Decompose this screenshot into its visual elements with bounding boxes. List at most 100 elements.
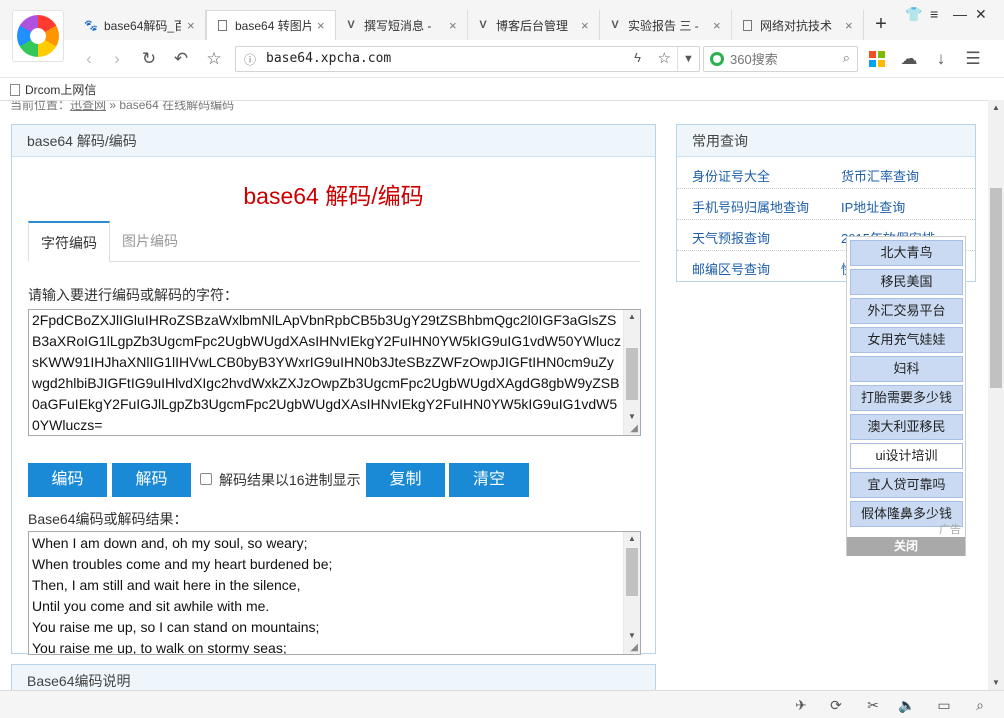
encode-button[interactable]: 编码 (28, 463, 107, 497)
close-window-icon[interactable]: ✕ (975, 6, 987, 23)
scissors-icon[interactable]: ✂ (864, 696, 882, 714)
hex-display-checkbox[interactable] (200, 473, 212, 485)
close-icon[interactable]: × (187, 18, 197, 33)
undo-icon[interactable]: ↶ (170, 48, 192, 70)
input-scrollbar[interactable]: ▲ ▼ (623, 310, 640, 435)
main-panel: base64 解码/编码 base64 解码/编码 字符编码 图片编码 请输入要… (11, 124, 656, 655)
scroll-up-icon[interactable]: ▲ (624, 534, 640, 543)
document-icon (740, 18, 754, 32)
apps-grid-icon[interactable] (869, 51, 885, 67)
scroll-thumb[interactable] (626, 548, 638, 596)
query-link-postcode[interactable]: 邮编区号查询 (692, 259, 770, 278)
new-tab-button[interactable]: + (870, 12, 892, 36)
close-icon[interactable]: × (845, 18, 855, 33)
query-link-ip[interactable]: IP地址查询 (841, 197, 905, 216)
clear-button[interactable]: 清空 (449, 463, 529, 497)
ad-item[interactable]: 移民美国 (850, 269, 963, 295)
search-icon[interactable]: ⌕ (843, 50, 850, 66)
page-scrollbar[interactable]: ▲ ▼ (988, 100, 1004, 690)
browser-logo[interactable] (12, 10, 64, 62)
resize-grip-icon[interactable]: ◢ (630, 642, 638, 653)
bookmark-star-icon[interactable]: ☆ (658, 49, 671, 67)
zoom-icon[interactable]: ⌕ (971, 696, 989, 714)
tab-blog-admin[interactable]: V 博客后台管理 × (468, 10, 600, 40)
ad-item[interactable]: 宜人贷可靠吗 (850, 472, 963, 498)
reload-icon[interactable]: ↻ (138, 48, 160, 70)
menu-icon[interactable]: ☰ (962, 48, 984, 70)
floating-ad: 北大青鸟 移民美国 外汇交易平台 女用充气娃娃 妇科 打胎需要多少钱 澳大利亚移… (846, 236, 966, 556)
speaker-icon[interactable]: 🔈 (898, 696, 916, 714)
copy-button[interactable]: 复制 (366, 463, 445, 497)
input-textarea[interactable]: 2FpdCBoZXJlIGluIHRoZSBzaWxlbmNlLApVbnRpb… (28, 309, 641, 436)
close-icon[interactable]: × (317, 18, 327, 33)
page-scroll-thumb[interactable] (990, 188, 1002, 388)
result-line: When I am down and, oh my soul, so weary… (32, 535, 308, 551)
tab-base64-decode[interactable]: 🐾 base64解码_百 × (76, 10, 206, 40)
close-icon[interactable]: × (713, 18, 723, 33)
ad-item[interactable]: 澳大利亚移民 (850, 414, 963, 440)
breadcrumb-home-link[interactable]: 迅查网 (70, 101, 106, 112)
close-icon[interactable]: × (449, 18, 459, 33)
query-link-currency[interactable]: 货币汇率查询 (841, 166, 919, 185)
tab-strip: 🐾 base64解码_百 × base64 转图片 × V 撰写短消息 - × … (0, 0, 1004, 40)
scroll-down-icon[interactable]: ▼ (624, 631, 640, 640)
ad-item[interactable]: 北大青鸟 (850, 240, 963, 266)
bookmark-label: Drcom上网信 (25, 83, 97, 97)
download-icon[interactable]: ↓ (930, 48, 952, 70)
tab-lab-report[interactable]: V 实验报告 三 - × (600, 10, 732, 40)
query-link-phone[interactable]: 手机号码归属地查询 (692, 197, 809, 216)
scroll-down-icon[interactable]: ▼ (624, 412, 640, 421)
chevron-down-icon[interactable]: ▼ (677, 47, 699, 71)
scroll-down-icon[interactable]: ▼ (988, 678, 1004, 687)
tab-network-defense[interactable]: 网络对抗技术 × (732, 10, 864, 40)
360-search-icon (710, 52, 724, 66)
browser-logo-icon (17, 15, 59, 57)
resize-grip-icon[interactable]: ◢ (630, 423, 638, 434)
ad-close-button[interactable]: 关闭 (847, 537, 965, 556)
input-prompt: 请输入要进行编码或解码的字符： (28, 287, 238, 303)
cloud-icon[interactable]: ☁ (898, 48, 920, 70)
pin-icon[interactable]: ✈ (792, 696, 810, 714)
tab-label: 博客后台管理 (496, 18, 569, 33)
menu-lines-icon[interactable]: ≡ (930, 6, 938, 22)
ad-item[interactable]: 打胎需要多少钱 (850, 385, 963, 411)
tab-compose-message[interactable]: V 撰写短消息 - × (336, 10, 468, 40)
speedup-icon[interactable]: ⟳ (827, 696, 845, 714)
minimize-icon[interactable]: — (953, 6, 967, 22)
address-bar[interactable]: ⓘ base64.xpcha.com ϟ ☆ ▼ (235, 46, 700, 72)
main-panel-title: base64 解码/编码 (12, 125, 655, 157)
address-url[interactable]: base64.xpcha.com (266, 51, 391, 66)
ad-item[interactable]: 妇科 (850, 356, 963, 382)
result-scrollbar[interactable]: ▲ ▼ (623, 532, 640, 654)
star-icon[interactable]: ☆ (203, 48, 225, 70)
scroll-up-icon[interactable]: ▲ (624, 312, 640, 321)
bookmark-drcom[interactable]: Drcom上网信 (10, 81, 96, 98)
result-line: You raise me up, so I can stand on mount… (32, 619, 320, 635)
window-icon[interactable]: ▭ (935, 696, 953, 714)
ad-item[interactable]: 女用充气娃娃 (850, 327, 963, 353)
query-row: 身份证号大全 货币汇率查询 (677, 158, 975, 189)
hex-display-label[interactable]: 解码结果以16进制显示 (219, 470, 361, 490)
result-text: When I am down and, oh my soul, so weary… (32, 533, 622, 654)
ad-item[interactable]: ui设计培训 (850, 443, 963, 469)
scroll-thumb[interactable] (626, 348, 638, 400)
lightning-icon[interactable]: ϟ (634, 50, 641, 65)
back-icon[interactable]: ‹ (78, 48, 100, 70)
page-viewport: 当前位置：迅查网 » base64 在线解码编码 base64 解码/编码 ba… (0, 100, 988, 690)
skin-icon[interactable]: 👕 (905, 6, 922, 23)
tab-base64-image[interactable]: base64 转图片 × (206, 10, 336, 40)
query-link-id-card[interactable]: 身份证号大全 (692, 166, 770, 185)
tab-image-encode[interactable]: 图片编码 (110, 221, 190, 262)
close-icon[interactable]: × (581, 18, 591, 33)
decode-button[interactable]: 解码 (112, 463, 191, 497)
tab-label: 撰写短消息 - (364, 18, 432, 33)
ad-item[interactable]: 外汇交易平台 (850, 298, 963, 324)
result-textarea[interactable]: When I am down and, oh my soul, so weary… (28, 531, 641, 655)
tab-text-encode[interactable]: 字符编码 (28, 221, 110, 262)
document-icon (215, 19, 229, 33)
forward-icon[interactable]: › (106, 48, 128, 70)
search-input[interactable] (730, 50, 830, 68)
search-box[interactable]: ⌕ (703, 46, 858, 72)
query-link-weather[interactable]: 天气预报查询 (692, 228, 770, 247)
scroll-up-icon[interactable]: ▲ (988, 103, 1004, 112)
